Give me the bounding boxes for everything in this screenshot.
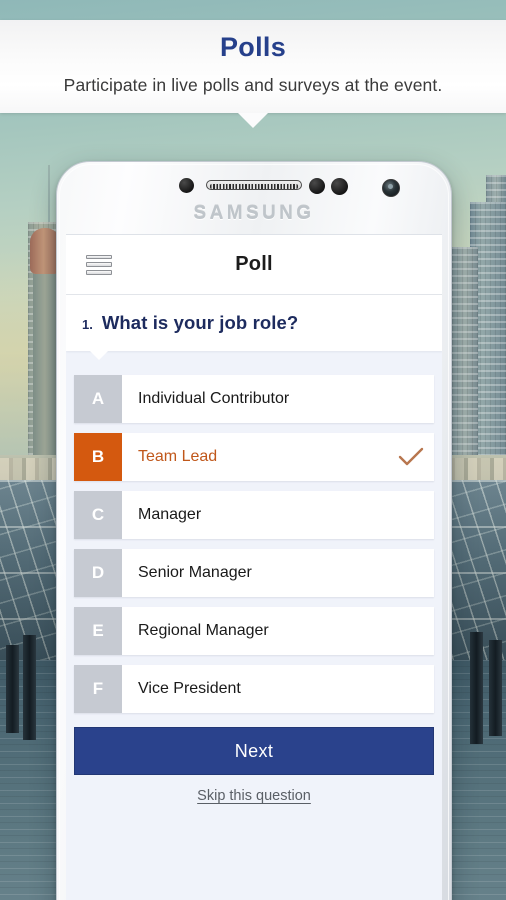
- dock-piling: [23, 635, 36, 740]
- poll-option-e[interactable]: E Regional Manager: [74, 607, 434, 655]
- check-mark-icon: [388, 491, 434, 539]
- question-text: What is your job role?: [101, 312, 299, 333]
- options-list: A Individual Contributor B Team Lead C Manage…: [66, 351, 442, 713]
- page-subtitle: Participate in live polls and surveys at…: [63, 75, 443, 95]
- antenna: [48, 165, 50, 225]
- phone-brand-logo: SAMSUNG: [193, 203, 315, 224]
- check-mark-icon: [388, 607, 434, 655]
- question-row: 1. What is your job role?: [82, 312, 424, 334]
- option-label: Manager: [138, 506, 202, 523]
- app-title: Poll: [235, 253, 273, 275]
- app-header: Poll: [66, 235, 442, 295]
- option-letter-badge: E: [74, 607, 122, 655]
- check-mark-icon: [388, 375, 434, 423]
- page-banner: Polls Participate in live polls and surv…: [0, 20, 506, 113]
- proximity-sensor-icon: [179, 178, 194, 193]
- hamburger-menu-icon[interactable]: [86, 254, 112, 276]
- phone-top-bezel: SAMSUNG: [56, 161, 452, 234]
- poll-option-f[interactable]: F Vice President: [74, 665, 434, 713]
- option-letter-badge: D: [74, 549, 122, 597]
- poll-option-b[interactable]: B Team Lead: [74, 433, 434, 481]
- check-mark-icon: [388, 433, 434, 481]
- tower-windows: [452, 247, 478, 480]
- option-letter-badge: A: [74, 375, 122, 423]
- check-mark-icon: [388, 549, 434, 597]
- option-label: Vice President: [138, 680, 241, 697]
- question-number: 1.: [82, 317, 93, 332]
- next-button[interactable]: Next: [74, 727, 434, 775]
- earpiece-speaker: [206, 180, 302, 190]
- page-title: Polls: [219, 32, 287, 62]
- skip-question-link[interactable]: Skip this question: [66, 788, 442, 804]
- option-letter-badge: F: [74, 665, 122, 713]
- light-sensor-icon: [309, 178, 325, 194]
- check-mark-icon: [388, 665, 434, 713]
- option-letter-badge: C: [74, 491, 122, 539]
- question-card: 1. What is your job role?: [66, 295, 442, 360]
- option-label: Regional Manager: [138, 622, 269, 639]
- menu-bar: [86, 270, 112, 275]
- phone-mockup: SAMSUNG Poll 1. What is your job role? A…: [56, 161, 452, 900]
- option-label: Senior Manager: [138, 564, 252, 581]
- front-camera-icon: [382, 179, 400, 197]
- banner-pointer: [238, 113, 268, 128]
- phone-screen: Poll 1. What is your job role? A Individu…: [66, 234, 442, 900]
- dock-piling: [6, 645, 19, 733]
- poll-option-d[interactable]: D Senior Manager: [74, 549, 434, 597]
- right-tower-second: [452, 247, 478, 480]
- option-label: Individual Contributor: [138, 390, 290, 407]
- poll-option-a[interactable]: A Individual Contributor: [74, 375, 434, 423]
- gesture-sensor-icon: [331, 178, 348, 195]
- dock-piling: [489, 640, 502, 736]
- option-letter-badge: B: [74, 433, 122, 481]
- menu-bar: [86, 254, 112, 259]
- left-tower-base: [33, 274, 57, 474]
- dock-piling: [470, 632, 483, 744]
- menu-bar: [86, 262, 112, 267]
- poll-option-c[interactable]: C Manager: [74, 491, 434, 539]
- option-label: Team Lead: [138, 448, 218, 465]
